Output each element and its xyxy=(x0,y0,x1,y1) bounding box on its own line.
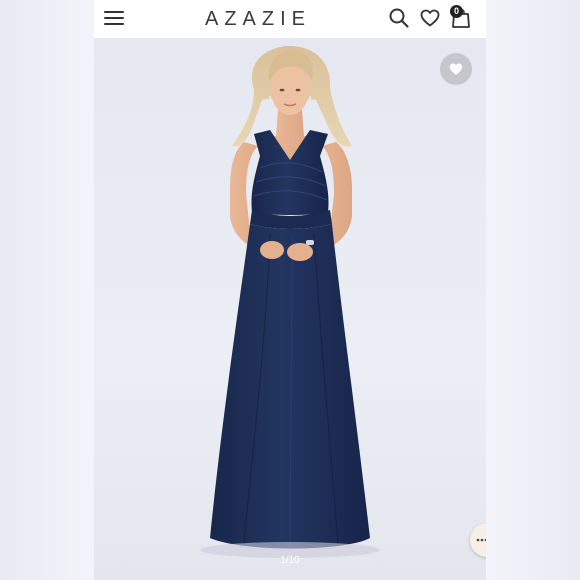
menu-icon[interactable] xyxy=(104,9,124,27)
mobile-page: AZAZIE 0 1/10 xyxy=(94,0,486,580)
product-photo xyxy=(200,46,380,558)
product-image-gallery[interactable]: 1/10 xyxy=(94,38,486,580)
site-header: AZAZIE 0 xyxy=(94,0,486,38)
shopping-bag-icon[interactable]: 0 xyxy=(450,5,472,29)
wishlist-heart-icon[interactable] xyxy=(419,7,441,29)
brand-logo[interactable]: AZAZIE xyxy=(192,6,324,32)
search-icon[interactable] xyxy=(388,7,410,29)
background-left xyxy=(0,0,94,580)
cart-count-badge: 0 xyxy=(450,5,463,18)
background-right xyxy=(486,0,580,580)
favorite-heart-icon[interactable] xyxy=(440,53,472,85)
image-counter: 1/10 xyxy=(280,555,300,566)
